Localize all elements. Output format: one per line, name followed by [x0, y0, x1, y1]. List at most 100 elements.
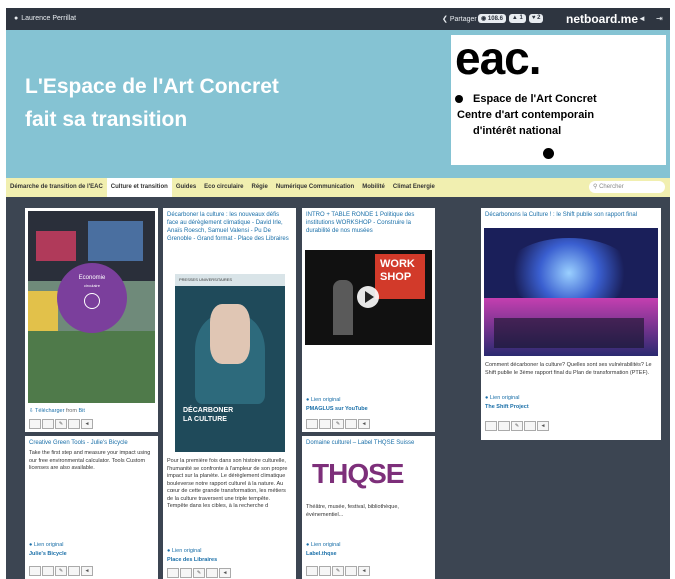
video-text-1: WORK — [380, 258, 415, 270]
tool-button[interactable] — [29, 566, 41, 576]
thqse-logo: THQSE — [312, 458, 404, 489]
card-title[interactable]: Domaine culturel – Label THQSE Suisse — [306, 439, 431, 447]
card-description: Théâtre, musée, festival, bibliothèque, … — [306, 504, 399, 518]
user-name: Laurence Perrillat — [21, 15, 77, 22]
sound-icon[interactable]: ◄ — [358, 419, 370, 429]
card-toolbar: ✎ ◄ — [306, 566, 370, 576]
card-title[interactable]: Décarboner la culture : les nouveaux déf… — [167, 211, 292, 243]
logo-dot — [455, 95, 463, 103]
banner-title-line1: L'Espace de l'Art Concret — [25, 75, 279, 98]
original-link[interactable]: ● Lien original — [29, 542, 64, 548]
tool-button[interactable] — [180, 568, 192, 578]
card-image: Economie circulaire — [28, 211, 155, 403]
book-cover: PRESSES UNIVERSITAIRES DÉCARBONER LA CUL… — [175, 274, 285, 452]
share-button[interactable]: ❮ Partager — [442, 15, 477, 24]
board-banner: L'Espace de l'Art Concret fait sa transi… — [6, 30, 670, 178]
card-toolbar: ✎ ◄ — [306, 419, 370, 429]
card-title[interactable]: Décarbonons la Culture ! : le Shift publ… — [485, 211, 657, 219]
search-input[interactable]: ⚲ Chercher — [589, 181, 665, 193]
comment-icon: ▲ — [511, 15, 520, 21]
views-stat: ◉ 108.6 — [478, 14, 506, 23]
tool-button[interactable] — [306, 566, 318, 576]
badge-subtitle: circulaire — [83, 283, 100, 288]
card-source[interactable]: Julie's Bicycle — [29, 551, 67, 557]
badge-title: Economie — [78, 275, 106, 281]
card-source[interactable]: Place des Libraires — [167, 557, 217, 563]
tab-culture-transition[interactable]: Culture et transition — [106, 178, 172, 197]
tool-button[interactable]: ✎ — [193, 568, 205, 578]
tab-numerique[interactable]: Numérique Communication — [272, 178, 358, 197]
board-stats: ◉ 108.6 ▲ 1 ♥ 2 — [478, 14, 544, 23]
tool-button[interactable]: ✎ — [332, 419, 344, 429]
sound-icon[interactable]: ◄ — [219, 568, 231, 578]
tab-climat-energie[interactable]: Climat Energie — [389, 178, 439, 197]
download-link[interactable]: ⇩ Télécharger from Bit — [29, 408, 85, 414]
tool-button[interactable]: ✎ — [55, 566, 67, 576]
card-creative-green-tools[interactable]: Creative Green Tools - Julie's Bicycle T… — [25, 436, 158, 579]
card-economie-circulaire[interactable]: Economie circulaire ⇩ Télécharger from B… — [25, 208, 158, 432]
tool-button[interactable] — [29, 419, 41, 429]
tab-guides[interactable]: Guides — [172, 178, 200, 197]
tool-button[interactable] — [68, 566, 80, 576]
sound-icon[interactable]: ◄ — [537, 421, 549, 431]
card-label-thqse[interactable]: Domaine culturel – Label THQSE Suisse TH… — [302, 436, 435, 579]
likes-stat[interactable]: ♥ 2 — [528, 14, 544, 23]
logo-line1: Espace de l'Art Concret — [473, 93, 597, 105]
tool-button[interactable] — [42, 566, 54, 576]
tool-button[interactable] — [498, 421, 510, 431]
original-link[interactable]: ● Lien original — [306, 542, 341, 548]
tool-button[interactable]: ✎ — [332, 566, 344, 576]
original-link[interactable]: ● Lien original — [485, 395, 520, 401]
tool-button[interactable] — [345, 566, 357, 576]
sound-icon[interactable]: ◄ — [358, 566, 370, 576]
tool-button[interactable] — [206, 568, 218, 578]
card-toolbar: ✎ ◄ — [485, 421, 549, 431]
tab-mobilite[interactable]: Mobilité — [358, 178, 389, 197]
tool-button[interactable] — [345, 419, 357, 429]
tool-button[interactable]: ✎ — [511, 421, 523, 431]
tab-regie[interactable]: Régie — [248, 178, 272, 197]
eye-icon: ◉ — [481, 16, 488, 22]
tool-button[interactable] — [42, 419, 54, 429]
card-source[interactable]: Label.thqse — [306, 551, 337, 557]
exit-icon[interactable]: ⇥ — [656, 14, 663, 23]
card-description: Take the first step and measure your imp… — [29, 450, 151, 471]
tool-button[interactable] — [319, 566, 331, 576]
card-decarboner-la-culture[interactable]: Décarboner la culture : les nouveaux déf… — [163, 208, 296, 579]
search-placeholder: Chercher — [599, 184, 624, 190]
card-toolbar: ✎ ◄ — [167, 568, 231, 578]
original-link[interactable]: ● Lien original — [167, 548, 202, 554]
logo-mark: eac. — [455, 32, 542, 84]
tab-eco-circulaire[interactable]: Eco circulaire — [200, 178, 247, 197]
card-source[interactable]: PMAGLUS sur YouTube — [306, 406, 368, 412]
card-title[interactable]: INTRO + TABLE RONDE 1 Politique des inst… — [306, 211, 431, 235]
tool-button[interactable] — [485, 421, 497, 431]
brand-logo[interactable]: netboard.me — [566, 12, 638, 26]
tool-button[interactable] — [524, 421, 536, 431]
original-link[interactable]: ● Lien original — [306, 397, 341, 403]
card-source[interactable]: The Shift Project — [485, 404, 529, 410]
tool-button[interactable] — [306, 419, 318, 429]
sound-icon[interactable]: ◄ — [81, 419, 93, 429]
card-toolbar: ✎ ◄ — [29, 419, 93, 429]
video-thumbnail[interactable]: WORK SHOP — [305, 250, 432, 345]
eac-logo: eac. Espace de l'Art Concret Centre d'ar… — [451, 32, 666, 165]
card-shift-project[interactable]: Décarbonons la Culture ! : le Shift publ… — [481, 208, 661, 440]
card-description: Pour la première fois dans son histoire … — [167, 458, 288, 509]
tool-button[interactable] — [167, 568, 179, 578]
sound-icon[interactable]: ◄ — [638, 14, 646, 23]
logo-line3: d'intérêt national — [473, 125, 562, 137]
tab-demarche[interactable]: Démarche de transition de l'EAC — [6, 178, 107, 197]
tool-button[interactable]: ✎ — [55, 419, 67, 429]
card-description: Comment décarboner la culture? Quelles s… — [485, 362, 652, 376]
tool-button[interactable] — [68, 419, 80, 429]
logo-line2: Centre d'art contemporain — [457, 109, 595, 121]
tab-bar: Démarche de transition de l'EAC Culture … — [6, 178, 670, 197]
user-menu[interactable]: ● Laurence Perrillat — [14, 15, 76, 22]
card-title[interactable]: Creative Green Tools - Julie's Bicycle — [29, 439, 154, 447]
comments-stat[interactable]: ▲ 1 — [508, 14, 526, 23]
card-workshop-musees[interactable]: INTRO + TABLE RONDE 1 Politique des inst… — [302, 208, 435, 432]
sound-icon[interactable]: ◄ — [81, 566, 93, 576]
book-publisher: PRESSES UNIVERSITAIRES — [179, 277, 233, 282]
tool-button[interactable] — [319, 419, 331, 429]
